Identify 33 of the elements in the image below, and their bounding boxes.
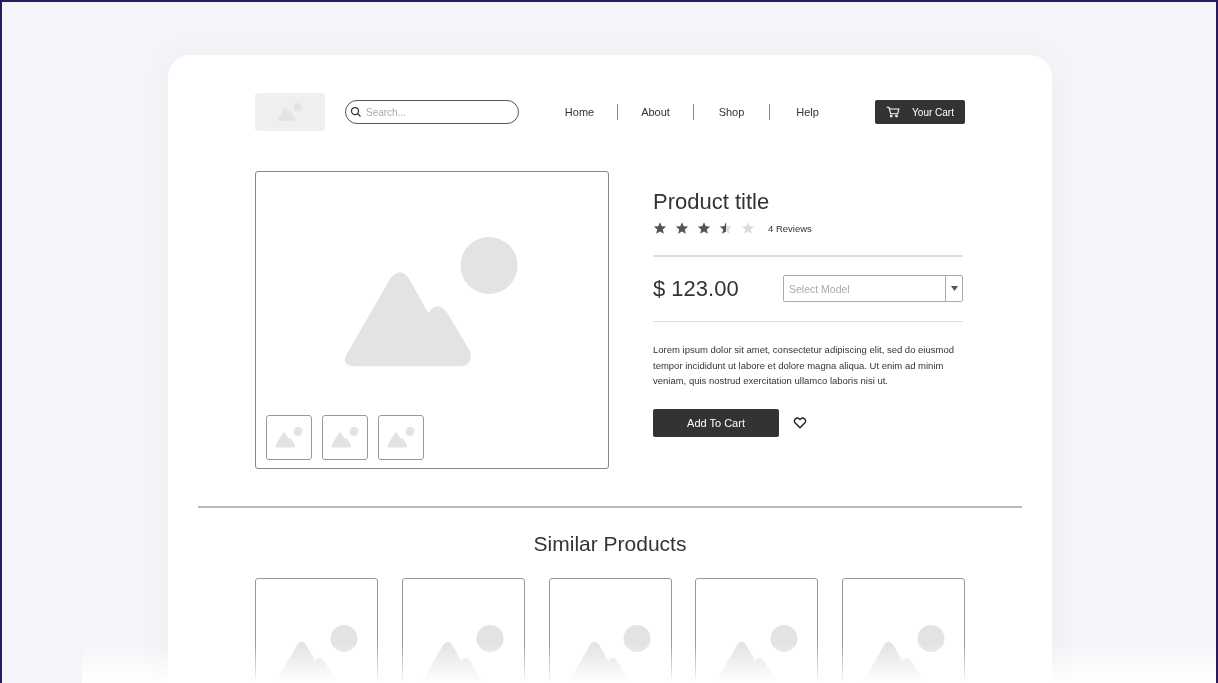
caret-icon — [950, 286, 958, 291]
product-card[interactable] — [401, 577, 525, 683]
nav-link[interactable]: About — [618, 106, 693, 118]
star-icon — [653, 221, 667, 235]
product-description: Lorem ipsum dolor sit amet, consectetur adipiscing elit, sed do eiusmod tempor incididunt ut labore et dolore magna aliqua. Ut enim ad minim veniam, quis nostrud exercitation ullamco laboris nisi ut. — [653, 343, 955, 388]
price: $ 123.00 — [653, 275, 739, 302]
nav-link[interactable]: Shop — [694, 106, 769, 118]
star-icon — [675, 221, 689, 235]
product-card[interactable] — [842, 577, 965, 683]
image-placeholder-icon — [274, 427, 304, 448]
product-card[interactable] — [255, 577, 378, 683]
nav-link[interactable]: Home — [542, 106, 617, 118]
section-title: Similar Products — [532, 531, 688, 556]
add-to-cart-button[interactable]: Add To Cart — [653, 408, 779, 437]
image-placeholder-icon — [386, 427, 416, 448]
heart-icon[interactable] — [793, 416, 807, 429]
thumbnail[interactable] — [322, 415, 368, 460]
cart-button[interactable]: Your Cart — [875, 100, 965, 124]
search-icon — [350, 106, 362, 118]
review-count: 4 Reviews — [768, 222, 812, 234]
product-title: Product title — [653, 189, 771, 215]
thumbnail[interactable] — [378, 415, 424, 460]
product-card[interactable] — [548, 577, 672, 683]
half-star-icon — [719, 221, 733, 235]
thumbnail[interactable] — [266, 415, 312, 460]
search-field[interactable]: Search... — [345, 100, 519, 124]
model-select[interactable]: Select Model — [783, 275, 963, 302]
empty-star-icon — [741, 221, 755, 235]
cart-icon — [886, 106, 901, 118]
star-icon — [697, 221, 711, 235]
image-placeholder-icon — [330, 427, 360, 448]
nav-link[interactable]: Help — [770, 106, 845, 118]
product-card[interactable] — [695, 577, 819, 683]
